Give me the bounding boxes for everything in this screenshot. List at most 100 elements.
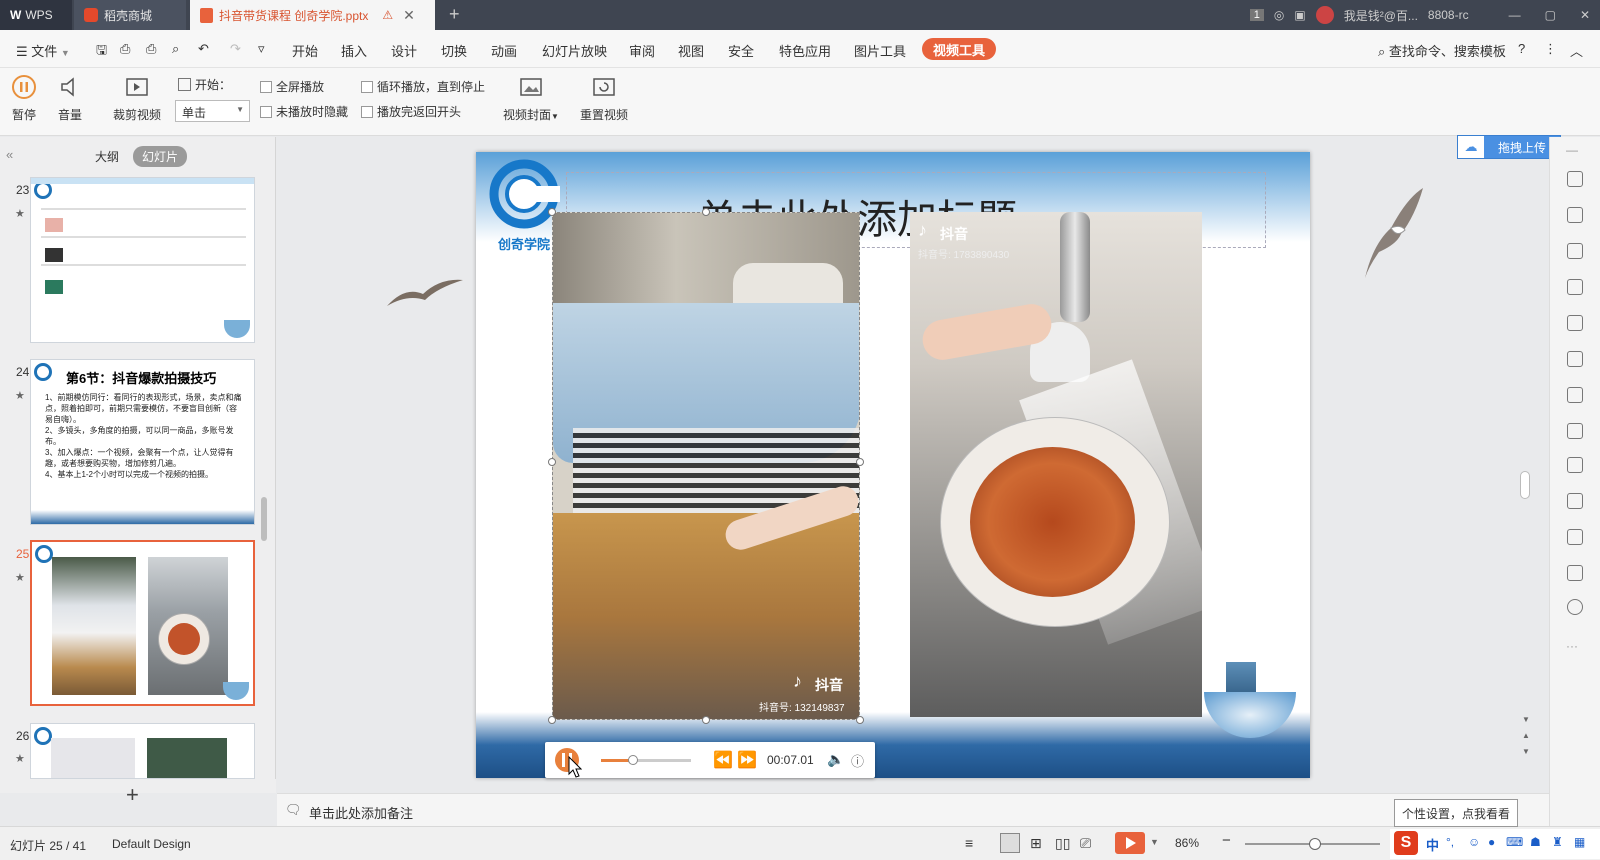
resize-handle[interactable] [548,458,556,466]
zoom-slider-thumb[interactable] [1308,838,1321,850]
tab-document[interactable]: 抖音带货课程 创奇学院.pptx ⚠ ✕ [190,0,435,30]
menu-features[interactable]: 特色应用 [779,41,831,60]
zoom-level[interactable]: 86% [1175,836,1199,850]
keyboard-icon[interactable]: ⌨ [1506,835,1523,849]
slide-thumbnail-24[interactable]: 第6节：抖音爆款拍摄技巧 1、前期模仿同行：看同行的表现形式，场景，卖点和痛点，… [30,359,255,525]
slide-thumbnail-26[interactable] [30,723,255,779]
chevron-down-icon[interactable]: ▼ [1150,837,1159,847]
zoom-out-icon[interactable]: − [1222,832,1231,849]
slide-thumbnail-23[interactable] [30,177,255,343]
theme-name[interactable]: Default Design [112,837,191,851]
audio-icon[interactable] [1567,493,1583,509]
more-icon[interactable]: ⋮ [1544,41,1557,57]
shirt-icon[interactable]: ♜ [1552,835,1563,849]
search-commands[interactable]: ⌕ 查找命令、搜索模板 [1378,41,1506,60]
pause-button[interactable]: 暂停 [11,74,37,123]
redo-icon[interactable]: ↷ [230,41,241,57]
resize-handle[interactable] [548,716,556,724]
video-1[interactable]: ♪ 抖音 抖音号: 132149837 [552,212,860,720]
upload-button[interactable]: ☁ 拖拽上传 [1457,135,1561,159]
slideshow-button[interactable] [1115,832,1145,854]
menu-slideshow[interactable]: 幻灯片放映 [542,41,607,60]
menu-design[interactable]: 设计 [391,41,417,60]
image-icon[interactable] [1567,457,1583,473]
magic-icon[interactable] [1567,171,1583,187]
grid-view-icon[interactable]: ⊞ [1030,835,1042,852]
emoji-icon[interactable]: ☺ [1468,835,1480,849]
reading-view-icon[interactable]: ▯▯ [1055,835,1070,852]
reset-video-button[interactable]: 重置视频 [580,74,628,123]
volume-button[interactable]: 音量 [57,74,83,123]
menu-start[interactable]: 开始 [292,41,318,60]
new-tab-icon[interactable]: + [449,4,460,25]
sync-icon[interactable]: ◎ [1274,8,1284,22]
microphone-icon[interactable]: ● [1488,835,1495,849]
presenter-view-icon[interactable]: ⎚ [1080,835,1091,852]
history-icon[interactable] [1567,565,1583,581]
picture-icon[interactable] [1567,351,1583,367]
ime-language[interactable]: 中 [1426,835,1439,854]
toolbox-icon[interactable]: ▦ [1574,835,1585,849]
help-icon[interactable] [1567,599,1583,615]
prev-slide-icon[interactable]: ▲ [1522,731,1530,740]
share-icon[interactable] [1567,387,1583,403]
progress-thumb[interactable] [627,755,638,765]
menu-view[interactable]: 视图 [678,41,704,60]
add-slide-button[interactable]: + [126,782,139,808]
loop-checkbox[interactable]: 循环播放，直到停止 [361,78,485,95]
user-name[interactable]: 我是钱²@百... [1344,7,1418,24]
avatar[interactable] [1315,6,1334,24]
menu-animation[interactable]: 动画 [491,41,517,60]
menu-insert[interactable]: 插入 [341,41,367,60]
tab-mall[interactable]: 稻壳商城 [74,0,186,30]
customize-icon[interactable]: ▿ [258,41,265,57]
canvas-scrollbar[interactable] [1520,471,1530,499]
sogou-logo-icon[interactable]: S [1394,831,1418,855]
notes-bar[interactable]: 🗨 单击此处添加备注 [277,793,1549,826]
panel-scrollbar[interactable] [261,497,267,541]
video-cover-button[interactable]: 视频封面▼ [503,74,559,123]
rewind-icon[interactable]: ⏪ [713,750,733,770]
skin-icon[interactable]: ☗ [1530,835,1541,849]
start-select[interactable]: 单击 ▼ [175,100,250,122]
close-window-icon[interactable]: ✕ [1580,8,1590,22]
slide-thumbnail-25[interactable] [30,540,255,706]
menu-review[interactable]: 审阅 [629,41,655,60]
tab-slides[interactable]: 幻灯片 [133,146,188,167]
undo-icon[interactable]: ↶ [198,41,209,57]
preview-icon[interactable]: ⌕ [172,41,179,57]
scroll-down-icon[interactable]: ▼ [1522,715,1530,724]
export-icon[interactable]: ⎙ [120,41,130,57]
tab-wps[interactable]: W WPS [0,0,72,30]
info-icon[interactable]: ⓘ [851,751,864,770]
shapes-icon[interactable] [1567,243,1583,259]
more-icon[interactable]: ··· [1566,639,1578,653]
punctuation-icon[interactable]: °, [1446,835,1454,849]
tab-outline[interactable]: 大纲 [95,148,119,165]
minimize-icon[interactable]: — [1509,8,1521,22]
normal-view-icon[interactable] [1000,833,1020,853]
collapse-ribbon-icon[interactable]: ︿ [1570,41,1583,60]
design-icon[interactable] [1567,279,1583,295]
zoom-slider[interactable] [1245,838,1380,850]
resize-handle[interactable] [702,716,710,724]
volume-icon[interactable]: 🔈 [827,751,844,768]
menu-video-tools[interactable]: 视频工具 [922,38,996,60]
maximize-icon[interactable]: ▢ [1545,8,1556,22]
print-icon[interactable]: ⎙ [146,41,156,57]
notes-toggle-icon[interactable]: ≡ [965,835,973,851]
settings-sliders-icon[interactable] [1567,315,1583,331]
share-window-icon[interactable]: ▣ [1294,8,1305,22]
help-icon[interactable]: ? [1518,41,1525,56]
progress-track[interactable] [601,755,691,765]
file-menu[interactable]: ☰ 文件 ▼ [16,41,70,60]
resize-handle[interactable] [856,716,864,724]
check-circle-icon[interactable] [1567,529,1583,545]
menu-picture-tools[interactable]: 图片工具 [854,41,906,60]
menu-transition[interactable]: 切换 [441,41,467,60]
resize-handle[interactable] [856,458,864,466]
resize-handle[interactable] [702,208,710,216]
resize-handle[interactable] [548,208,556,216]
collapse-panel-icon[interactable]: « [6,147,13,162]
fast-forward-icon[interactable]: ⏩ [737,750,757,770]
